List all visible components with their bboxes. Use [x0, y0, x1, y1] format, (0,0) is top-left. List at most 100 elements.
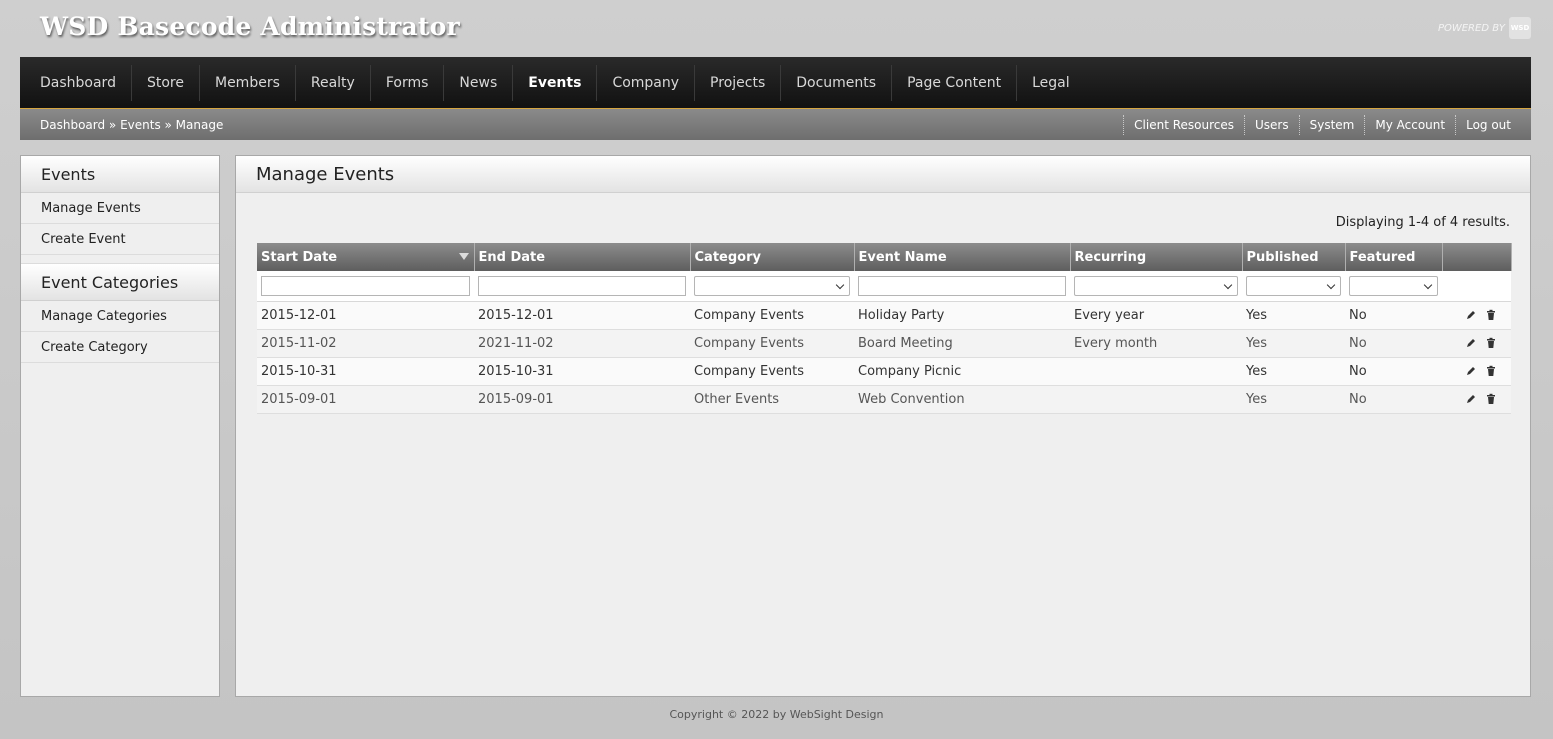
edit-icon[interactable]: [1465, 309, 1477, 321]
trash-icon[interactable]: [1485, 393, 1497, 405]
nav-documents[interactable]: Documents: [780, 64, 891, 101]
nav-news[interactable]: News: [443, 64, 512, 101]
events-table: Start Date End Date Category Event Name …: [257, 243, 1512, 414]
column-header-featured[interactable]: Featured: [1345, 243, 1443, 271]
nav-events[interactable]: Events: [512, 64, 596, 101]
column-header-actions: [1442, 243, 1512, 271]
filter-start-date-input[interactable]: [261, 275, 470, 296]
link-system[interactable]: System: [1298, 114, 1365, 135]
cell-start-date: 2015-10-31: [257, 357, 474, 386]
sub-bar: Dashboard » Events » Manage Client Resou…: [20, 109, 1531, 140]
link-my-account[interactable]: My Account: [1364, 114, 1455, 135]
nav-store[interactable]: Store: [130, 64, 199, 101]
cell-actions: [1442, 301, 1511, 330]
filter-featured-select[interactable]: [1349, 275, 1438, 296]
filter-actions-cell: [1442, 271, 1511, 302]
table-row: 2015-09-01 2015-09-01 Other Events Web C…: [257, 385, 1511, 414]
main-panel: Manage Events Displaying 1-4 of 4 result…: [235, 155, 1531, 697]
sidebar-heading-event-categories: Event Categories: [21, 264, 219, 301]
cell-featured: No: [1345, 329, 1442, 358]
edit-icon[interactable]: [1465, 365, 1477, 377]
filter-category-select[interactable]: [694, 275, 850, 296]
filter-end-date-input[interactable]: [478, 275, 686, 296]
cell-actions: [1442, 329, 1511, 358]
powered-by: POWERED BY WSD: [1438, 17, 1531, 39]
link-log-out[interactable]: Log out: [1455, 114, 1521, 135]
sort-desc-icon: [458, 253, 469, 260]
nav-dashboard[interactable]: Dashboard: [20, 65, 131, 101]
nav-page-content[interactable]: Page Content: [891, 64, 1016, 101]
cell-end-date: 2015-12-01: [474, 301, 690, 330]
cell-end-date: 2015-10-31: [474, 357, 690, 386]
cell-recurring: Every month: [1070, 329, 1242, 358]
nav-realty[interactable]: Realty: [294, 64, 370, 101]
sidebar-divider: [21, 255, 219, 264]
cell-start-date: 2015-11-02: [257, 329, 474, 358]
filter-published-select[interactable]: [1246, 275, 1341, 296]
results-summary: Displaying 1-4 of 4 results.: [1335, 215, 1510, 230]
cell-recurring: [1070, 385, 1242, 414]
cell-published: Yes: [1242, 357, 1345, 386]
cell-featured: No: [1345, 357, 1442, 386]
trash-icon[interactable]: [1485, 309, 1497, 321]
sidebar-item-create-category[interactable]: Create Category: [21, 332, 219, 363]
cell-event-name: Holiday Party: [854, 301, 1070, 330]
table-row: 2015-11-02 2021-11-02 Company Events Boa…: [257, 329, 1511, 358]
sidebar: Events Manage Events Create Event Event …: [20, 155, 220, 697]
sidebar-item-manage-categories[interactable]: Manage Categories: [21, 301, 219, 332]
footer-copyright: Copyright © 2022 by WebSight Design: [669, 708, 884, 721]
wsd-logo-icon: WSD: [1509, 17, 1531, 39]
sidebar-heading-events: Events: [21, 156, 219, 193]
cell-start-date: 2015-12-01: [257, 301, 474, 330]
edit-icon[interactable]: [1465, 337, 1477, 349]
link-client-resources[interactable]: Client Resources: [1123, 114, 1244, 135]
column-label: Start Date: [261, 249, 338, 265]
filter-recurring-select[interactable]: [1074, 275, 1238, 296]
column-header-recurring[interactable]: Recurring: [1070, 243, 1243, 271]
column-header-published[interactable]: Published: [1242, 243, 1346, 271]
column-header-category[interactable]: Category: [690, 243, 855, 271]
link-users[interactable]: Users: [1244, 114, 1299, 135]
trash-icon[interactable]: [1485, 365, 1497, 377]
cell-featured: No: [1345, 301, 1442, 330]
cell-event-name: Web Convention: [854, 385, 1070, 414]
cell-event-name: Company Picnic: [854, 357, 1070, 386]
cell-end-date: 2021-11-02: [474, 329, 690, 358]
cell-category: Other Events: [690, 385, 854, 414]
column-header-start-date[interactable]: Start Date: [257, 243, 475, 271]
filter-event-name-input[interactable]: [858, 275, 1066, 296]
cell-category: Company Events: [690, 357, 854, 386]
nav-legal[interactable]: Legal: [1016, 64, 1085, 101]
header: WSD Basecode Administrator POWERED BY WS…: [0, 0, 1553, 57]
sidebar-item-create-event[interactable]: Create Event: [21, 224, 219, 255]
cell-actions: [1442, 357, 1511, 386]
column-header-end-date[interactable]: End Date: [474, 243, 691, 271]
main-nav: Dashboard Store Members Realty Forms New…: [20, 57, 1531, 109]
utility-links: Client Resources Users System My Account…: [1123, 114, 1531, 135]
cell-published: Yes: [1242, 385, 1345, 414]
edit-icon[interactable]: [1465, 393, 1477, 405]
nav-company[interactable]: Company: [596, 64, 694, 101]
cell-event-name: Board Meeting: [854, 329, 1070, 358]
table-row: 2015-10-31 2015-10-31 Company Events Com…: [257, 357, 1511, 386]
column-header-event-name[interactable]: Event Name: [854, 243, 1071, 271]
table-row: 2015-12-01 2015-12-01 Company Events Hol…: [257, 301, 1511, 330]
cell-recurring: Every year: [1070, 301, 1242, 330]
cell-start-date: 2015-09-01: [257, 385, 474, 414]
sidebar-item-manage-events[interactable]: Manage Events: [21, 193, 219, 224]
cell-actions: [1442, 385, 1511, 414]
cell-category: Company Events: [690, 329, 854, 358]
nav-forms[interactable]: Forms: [369, 64, 444, 101]
nav-members[interactable]: Members: [198, 64, 295, 101]
powered-by-label: POWERED BY: [1437, 22, 1505, 34]
cell-featured: No: [1345, 385, 1442, 414]
cell-category: Company Events: [690, 301, 854, 330]
breadcrumb[interactable]: Dashboard » Events » Manage: [20, 118, 223, 132]
trash-icon[interactable]: [1485, 337, 1497, 349]
cell-published: Yes: [1242, 301, 1345, 330]
cell-end-date: 2015-09-01: [474, 385, 690, 414]
filter-row: [257, 271, 1511, 302]
cell-published: Yes: [1242, 329, 1345, 358]
page-title: Manage Events: [236, 156, 1530, 193]
nav-projects[interactable]: Projects: [694, 64, 780, 101]
